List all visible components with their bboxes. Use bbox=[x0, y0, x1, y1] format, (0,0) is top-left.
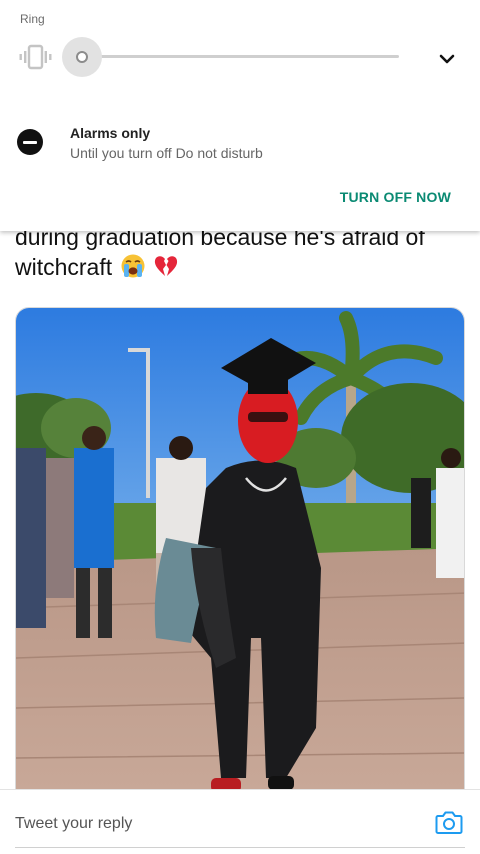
broken-heart-emoji bbox=[154, 256, 178, 276]
tweet-text-line-2: witchcraft bbox=[15, 252, 465, 282]
volume-dnd-panel: Ring Alarms only Until you turn off Do n… bbox=[0, 0, 480, 231]
tweet-reply-input[interactable] bbox=[15, 804, 415, 844]
vibrate-icon[interactable] bbox=[19, 44, 52, 70]
do-not-disturb-icon bbox=[17, 129, 43, 155]
dnd-mode-title: Alarms only bbox=[70, 125, 151, 141]
turn-off-now-button[interactable]: TURN OFF NOW bbox=[340, 189, 451, 205]
tweet-text-line-2-words: witchcraft bbox=[15, 254, 113, 280]
tweet-photo[interactable] bbox=[15, 307, 465, 807]
loudly-crying-face-emoji bbox=[121, 254, 145, 278]
camera-icon[interactable] bbox=[435, 809, 463, 835]
ring-label: Ring bbox=[20, 12, 45, 26]
dnd-mode-subtitle: Until you turn off Do not disturb bbox=[70, 145, 263, 161]
ring-volume-slider-thumb[interactable] bbox=[76, 51, 88, 63]
ring-volume-slider[interactable] bbox=[80, 55, 399, 58]
reply-bar bbox=[0, 789, 480, 854]
chevron-down-icon[interactable] bbox=[434, 46, 460, 72]
graduation-photo bbox=[16, 308, 464, 806]
reply-underline bbox=[15, 847, 465, 848]
tweet-text: during graduation because he's afraid of… bbox=[15, 222, 465, 282]
